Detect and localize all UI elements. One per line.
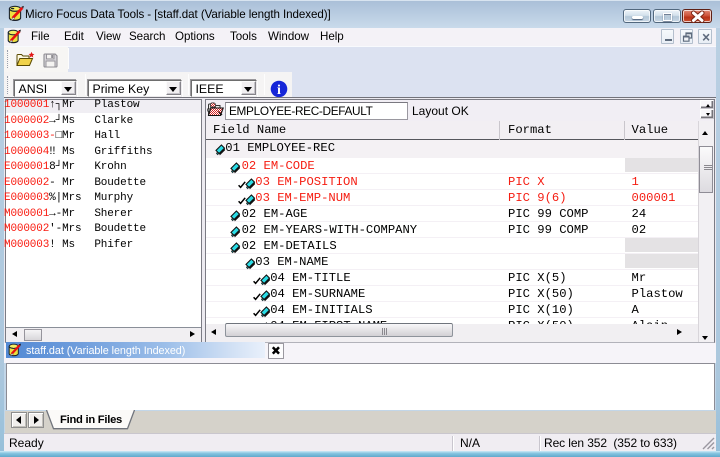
svg-text:i: i [277,83,281,98]
